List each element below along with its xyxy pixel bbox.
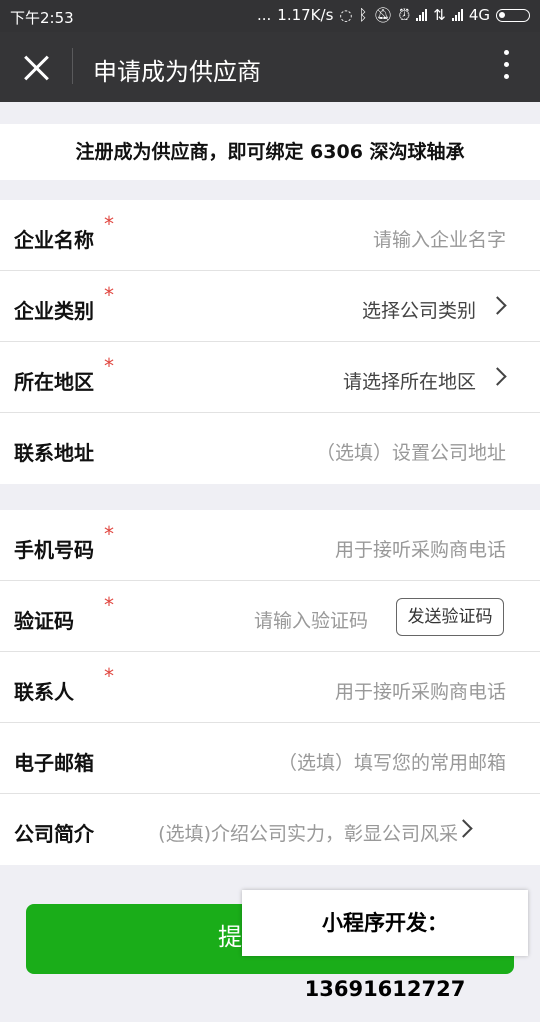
company-type-row[interactable]: 企业类别 * 选择公司类别: [0, 271, 540, 342]
signal-icon-2: [451, 9, 463, 21]
address-label: 联系地址: [14, 441, 94, 465]
required-mark: *: [104, 593, 114, 617]
form-group-company: 企业名称 * 请输入企业名字 企业类别 * 选择公司类别 所在地区 * 请选择所…: [0, 200, 540, 484]
region-label: 所在地区: [14, 370, 94, 394]
required-mark: *: [104, 212, 114, 236]
form-group-contact: 手机号码 * 用于接听采购商电话 验证码 * 请输入验证码 发送验证码 联系人 …: [0, 510, 540, 865]
code-label: 验证码: [14, 609, 74, 633]
status-right: ... 1.17K/s ◌ ᛒ 🔕︎ ⏰︎ ⇅ 4G: [257, 6, 530, 24]
address-input[interactable]: （选填）设置公司地址: [316, 438, 506, 465]
required-mark: *: [104, 354, 114, 378]
notification-dots: ...: [256, 6, 272, 24]
company-name-label: 企业名称: [14, 228, 94, 252]
company-type-label: 企业类别: [14, 299, 94, 323]
company-type-select[interactable]: 选择公司类别: [362, 296, 476, 323]
phone-input[interactable]: 用于接听采购商电话: [335, 535, 506, 562]
mute-icon: 🔕︎: [373, 6, 393, 24]
submit-label: 提: [218, 923, 242, 951]
intro-input[interactable]: (选填)介绍公司实力，彰显公司风采: [158, 819, 458, 846]
data-transfer-icon: ⇅: [433, 6, 446, 24]
required-mark: *: [104, 283, 114, 307]
alarm-icon: ⏰︎: [398, 6, 411, 24]
sync-icon: ◌: [339, 6, 353, 24]
more-icon[interactable]: [504, 50, 510, 84]
bluetooth-icon: ᛒ: [358, 6, 368, 24]
contact-watermark: 小程序开发：13691612727: [242, 890, 528, 1001]
network-speed: 1.17K/s: [277, 6, 334, 24]
code-input[interactable]: 请输入验证码: [254, 606, 368, 633]
email-input[interactable]: （选填）填写您的常用邮箱: [278, 748, 506, 775]
code-row[interactable]: 验证码 * 请输入验证码 发送验证码: [0, 581, 540, 652]
region-row[interactable]: 所在地区 * 请选择所在地区: [0, 342, 540, 413]
company-name-input[interactable]: 请输入企业名字: [373, 225, 506, 252]
company-name-row[interactable]: 企业名称 * 请输入企业名字: [0, 200, 540, 271]
intro-label: 公司简介: [14, 822, 94, 846]
status-time: 下午2:53: [10, 9, 74, 27]
contact-label: 联系人: [14, 680, 74, 704]
region-select[interactable]: 请选择所在地区: [343, 367, 476, 394]
notice-banner: 注册成为供应商，即可绑定 6306 深沟球轴承: [0, 124, 540, 180]
phone-row[interactable]: 手机号码 * 用于接听采购商电话: [0, 510, 540, 581]
battery-icon: [496, 8, 530, 22]
email-label: 电子邮箱: [14, 751, 94, 775]
address-row[interactable]: 联系地址 （选填）设置公司地址: [0, 413, 540, 484]
contact-input[interactable]: 用于接听采购商电话: [335, 677, 506, 704]
signal-icon: [416, 9, 428, 21]
chevron-right-icon: [488, 367, 507, 386]
required-mark: *: [104, 522, 114, 546]
close-icon[interactable]: [20, 52, 52, 84]
intro-row[interactable]: 公司简介 (选填)介绍公司实力，彰显公司风采: [0, 794, 540, 865]
chevron-right-icon: [488, 296, 507, 315]
required-mark: *: [104, 664, 114, 688]
contact-row[interactable]: 联系人 * 用于接听采购商电话: [0, 652, 540, 723]
page-title: 申请成为供应商: [93, 58, 261, 86]
phone-label: 手机号码: [14, 538, 94, 562]
network-type: 4G: [468, 6, 490, 24]
nav-bar: 申请成为供应商: [0, 32, 540, 102]
send-code-button[interactable]: 发送验证码: [396, 598, 504, 636]
nav-divider: [72, 48, 73, 84]
status-bar: 下午2:53 ... 1.17K/s ◌ ᛒ 🔕︎ ⏰︎ ⇅ 4G: [0, 0, 540, 32]
email-row[interactable]: 电子邮箱 （选填）填写您的常用邮箱: [0, 723, 540, 794]
